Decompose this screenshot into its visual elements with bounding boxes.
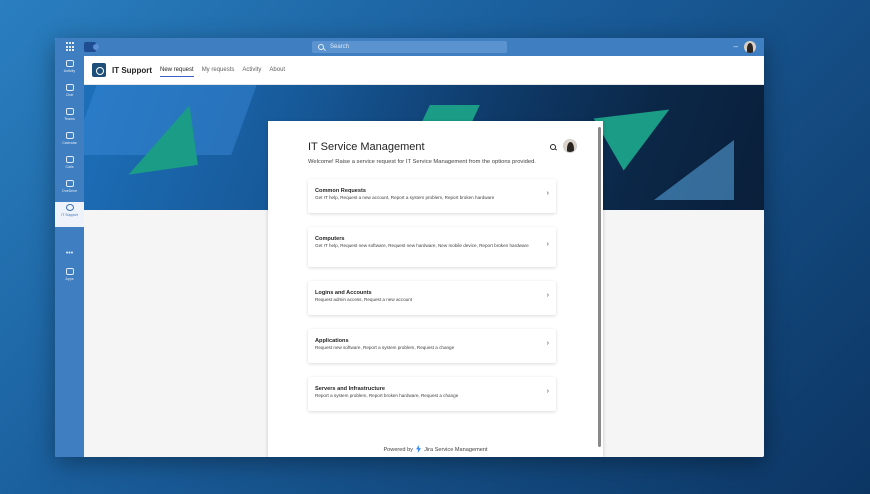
request-type-card[interactable]: Common Requests Get IT help, Request a n… (308, 179, 556, 213)
page-title: IT Service Management (308, 141, 425, 153)
headset-icon (65, 204, 74, 211)
avatar[interactable] (563, 139, 577, 153)
request-type-card[interactable]: Servers and Infrastructure Report a syst… (308, 377, 556, 411)
rail-item-onedrive[interactable]: OneDrive (55, 178, 84, 200)
scrollbar[interactable] (598, 127, 601, 447)
request-type-card[interactable]: Computers Get IT help, Request new softw… (308, 227, 556, 267)
card-description: Get IT help, Request new software, Reque… (315, 243, 529, 248)
rail-label: Apps (65, 277, 74, 281)
chevron-right-icon: › (546, 241, 549, 248)
chat-icon (65, 84, 74, 91)
phone-icon (65, 156, 74, 163)
rail-label: Teams (64, 117, 75, 121)
card-description: Request admin access, Request a new acco… (315, 297, 413, 302)
footer-prefix: Powered by (383, 447, 413, 453)
request-type-card[interactable]: Logins and Accounts Request admin access… (308, 281, 556, 315)
rail-item-calendar[interactable]: Calendar (55, 130, 84, 152)
banner-shape (654, 140, 734, 200)
tab-my-requests[interactable]: My requests (202, 64, 235, 76)
bell-icon (65, 60, 74, 67)
card-title: Servers and Infrastructure (315, 386, 385, 392)
more-apps-icon[interactable]: ••• (55, 250, 84, 257)
app-launcher-icon[interactable] (66, 42, 76, 52)
rail-item-calls[interactable]: Calls (55, 154, 84, 176)
banner-shape (120, 105, 198, 175)
rail-item-apps[interactable]: Apps (55, 266, 84, 288)
powered-by-footer: Powered by Jira Service Management (268, 445, 603, 453)
app-rail: Activity Chat Teams Calendar Calls OneDr… (55, 56, 84, 457)
cloud-icon (65, 180, 74, 187)
rail-label: Calls (65, 165, 74, 169)
avatar[interactable] (744, 41, 756, 53)
rail-label: Activity (63, 69, 76, 73)
search-placeholder: Search (330, 44, 350, 50)
tab-about[interactable]: About (269, 64, 285, 76)
rail-item-teams[interactable]: Teams (55, 106, 84, 128)
page-subtitle: Welcome! Raise a service request for IT … (308, 159, 536, 165)
card-title: Common Requests (315, 188, 366, 194)
card-description: Get IT help, Request a new account, Repo… (315, 195, 495, 200)
card-title: Computers (315, 236, 345, 242)
app-header: IT Support New request My requests Activ… (84, 56, 764, 85)
rail-item-activity[interactable]: Activity (55, 58, 84, 80)
card-title: Logins and Accounts (315, 290, 372, 296)
search-icon (318, 44, 324, 50)
tab-new-request[interactable]: New request (160, 64, 194, 77)
chevron-right-icon: › (546, 388, 549, 395)
footer-brand[interactable]: Jira Service Management (424, 447, 487, 453)
card-description: Report a system problem, Report broken h… (315, 393, 459, 398)
rail-item-chat[interactable]: Chat (55, 82, 84, 104)
chevron-right-icon: › (546, 190, 549, 197)
request-type-card[interactable]: Applications Request new software, Repor… (308, 329, 556, 363)
teams-window: Search – Activity Chat Teams Calendar Ca… (55, 38, 764, 457)
search-input[interactable]: Search (312, 41, 507, 53)
service-portal-panel: IT Service Management Welcome! Raise a s… (268, 121, 603, 457)
card-description: Request new software, Report a system pr… (315, 345, 455, 350)
tab-activity[interactable]: Activity (242, 64, 261, 76)
card-title: Applications (315, 338, 349, 344)
it-support-logo-icon (92, 63, 106, 77)
rail-label: OneDrive (61, 189, 78, 193)
calendar-icon (65, 132, 74, 139)
jira-logo-icon (416, 445, 421, 453)
search-icon[interactable] (548, 142, 559, 153)
minimize-button[interactable]: – (734, 42, 738, 51)
rail-label: IT Support (61, 213, 78, 217)
app-title: IT Support (112, 65, 152, 75)
rail-label: Chat (65, 93, 74, 97)
teams-logo-icon (84, 42, 99, 52)
chevron-right-icon: › (546, 340, 549, 347)
teams-icon (65, 108, 74, 115)
chevron-right-icon: › (546, 292, 549, 299)
apps-icon (65, 268, 74, 275)
rail-label: Calendar (62, 141, 77, 145)
title-bar: Search – (55, 38, 764, 56)
rail-item-it-support[interactable]: IT Support (55, 202, 84, 227)
